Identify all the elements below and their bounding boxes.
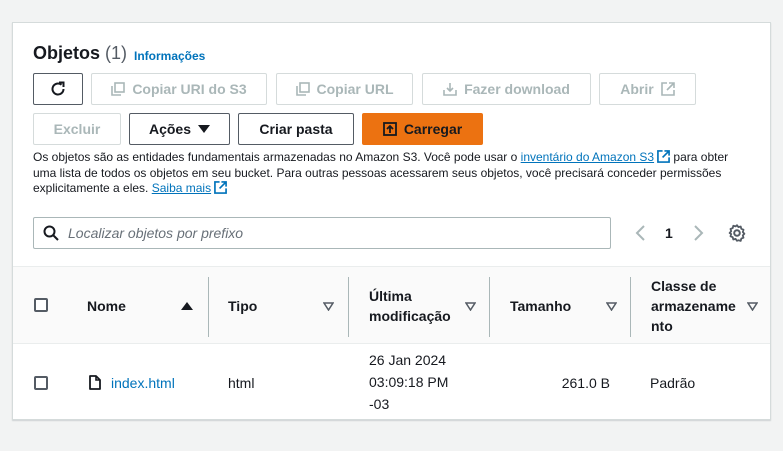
page-number[interactable]: 1 — [665, 225, 673, 241]
refresh-icon — [51, 81, 65, 96]
file-icon — [89, 375, 101, 390]
objects-panel: Objetos (1) Informações Copiar URI do S3… — [12, 22, 771, 420]
download-icon — [443, 83, 457, 96]
search-input[interactable] — [68, 225, 568, 241]
upload-icon — [382, 122, 397, 136]
sort-icon[interactable] — [323, 302, 334, 311]
refresh-button[interactable] — [33, 73, 83, 105]
copy-icon — [111, 82, 126, 96]
search-box — [33, 217, 611, 249]
sort-icon[interactable] — [747, 302, 758, 311]
object-storage-class: Padrão — [650, 375, 696, 391]
table-header: Nome Tipo Última modificação Tamanho Clas… — [13, 266, 770, 344]
chevron-left-icon[interactable] — [633, 224, 649, 242]
copy-url-button[interactable]: Copiar URL — [276, 73, 413, 105]
column-divider[interactable] — [489, 277, 490, 337]
create-folder-label: Criar pasta — [259, 121, 333, 137]
select-all-checkbox[interactable] — [34, 298, 48, 312]
chevron-right-icon[interactable] — [690, 224, 706, 242]
object-size: 261.0 B — [561, 375, 610, 391]
column-header-size[interactable]: Tamanho — [510, 296, 571, 316]
column-divider[interactable] — [208, 277, 209, 337]
learn-more-link[interactable]: Saiba mais — [152, 181, 211, 195]
objects-description: Os objetos são as entidades fundamentais… — [33, 150, 729, 195]
column-header-last-modified[interactable]: Última modificação — [369, 286, 451, 326]
upload-label: Carregar — [403, 121, 463, 137]
search-icon — [43, 225, 59, 241]
create-folder-button[interactable]: Criar pasta — [238, 113, 354, 145]
external-link-icon — [657, 150, 670, 163]
table-row[interactable]: index.html html 26 Jan 2024 03:09:18 PM -0… — [13, 345, 770, 421]
column-divider[interactable] — [348, 277, 349, 337]
column-header-type[interactable]: Tipo — [228, 296, 257, 316]
download-button[interactable]: Fazer download — [422, 73, 591, 105]
open-label: Abrir — [620, 81, 654, 97]
sort-ascending-icon[interactable] — [181, 301, 193, 311]
copy-icon — [295, 82, 310, 96]
actions-button[interactable]: Ações — [129, 113, 230, 145]
sort-icon[interactable] — [606, 302, 617, 311]
column-header-name[interactable]: Nome — [87, 296, 126, 316]
sort-icon[interactable] — [465, 302, 476, 311]
info-link[interactable]: Informações — [134, 49, 205, 63]
copy-uri-label: Copiar URI do S3 — [132, 81, 247, 97]
external-link-icon — [214, 181, 228, 194]
column-divider[interactable] — [630, 277, 631, 337]
delete-button[interactable]: Excluir — [33, 113, 121, 145]
external-link-icon — [660, 82, 675, 96]
actions-label: Ações — [148, 121, 192, 137]
s3-inventory-link[interactable]: inventário do Amazon S3 — [521, 150, 654, 164]
open-button[interactable]: Abrir — [599, 73, 696, 105]
row-checkbox[interactable] — [34, 376, 48, 390]
gear-icon[interactable] — [727, 223, 747, 243]
object-count: (1) — [105, 43, 128, 63]
copy-url-label: Copiar URL — [316, 81, 394, 97]
delete-label: Excluir — [53, 121, 101, 137]
caret-down-icon — [198, 125, 211, 133]
object-name-link[interactable]: index.html — [111, 372, 175, 394]
upload-button[interactable]: Carregar — [362, 113, 483, 145]
column-header-storage-class[interactable]: Classe de armazename nto — [651, 276, 736, 336]
download-label: Fazer download — [464, 81, 570, 97]
object-last-modified: 26 Jan 2024 03:09:18 PM -03 — [369, 352, 449, 412]
page-title: Objetos (1) — [33, 43, 128, 63]
copy-uri-button[interactable]: Copiar URI do S3 — [91, 73, 267, 105]
object-type: html — [228, 375, 255, 391]
